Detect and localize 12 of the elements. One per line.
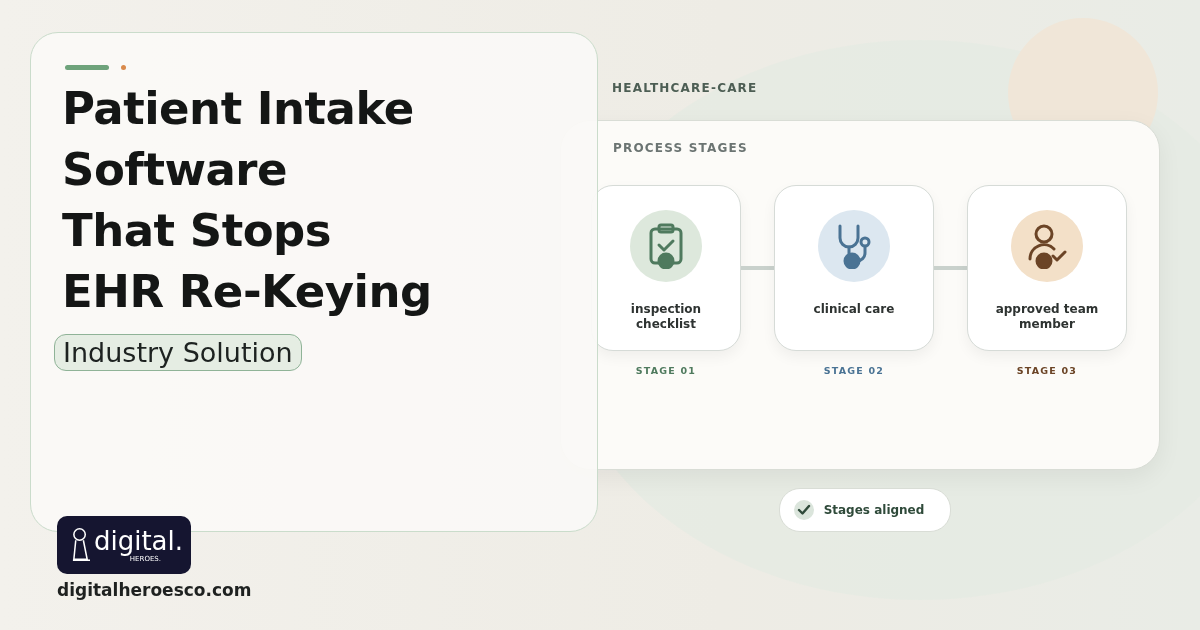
status-label: Stages aligned [823,503,925,517]
panel-heading: PROCESS STAGES [613,141,749,155]
website-link[interactable]: digitalheroesco.com [57,580,252,600]
stage-label: inspection checklist [629,302,703,332]
stage-label: clinical care [812,302,896,317]
stage-label: approved team member [994,302,1100,332]
stage-number: STAGE 01 [635,365,697,376]
industry-tag: Industry Solution [54,334,302,371]
eyebrow-label: HEALTHCARE-CARE [612,80,759,97]
stage-number: STAGE 02 [823,365,885,376]
hero-title: Patient Intake Software That Stops EHR Re-Keying [62,81,432,320]
stage-number: STAGE 03 [1016,365,1078,376]
